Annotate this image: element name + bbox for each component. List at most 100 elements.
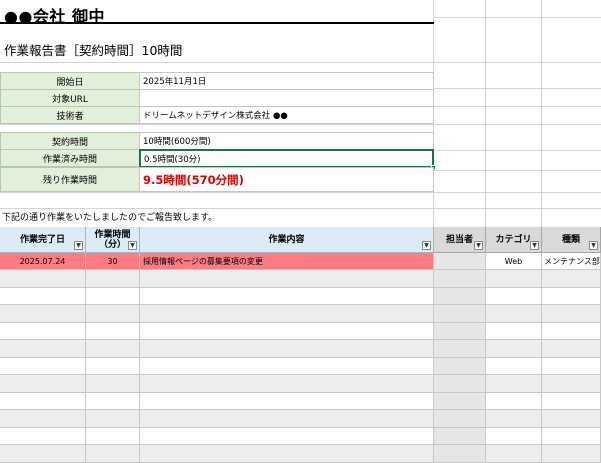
empty-cell[interactable]: [0, 445, 86, 463]
empty-cell[interactable]: [542, 322, 601, 340]
engineer-cell[interactable]: ドリームネットデザイン株式会社 ●●: [139, 106, 434, 124]
empty-cell[interactable]: [434, 445, 486, 463]
empty-cell[interactable]: [542, 305, 601, 323]
empty-cell[interactable]: [486, 287, 542, 305]
empty-cell[interactable]: [86, 410, 140, 428]
empty-cell[interactable]: [434, 357, 486, 375]
done-hours-label: 作業済み時間: [0, 149, 140, 167]
done-hours-cell-selected[interactable]: 0.5時間(30分): [139, 149, 434, 168]
empty-cell[interactable]: [434, 410, 486, 428]
empty-cell[interactable]: [86, 287, 140, 305]
row1-content[interactable]: 採用情報ページの募集要項の変更: [140, 253, 434, 270]
title-underline: [0, 22, 434, 24]
empty-cell[interactable]: [542, 410, 601, 428]
header-work-minutes-line2: （分）: [98, 239, 126, 250]
empty-cell[interactable]: [0, 340, 86, 358]
engineer-label: 技術者: [0, 106, 140, 124]
contract-hours-cell[interactable]: 10時間(600分間): [139, 132, 434, 150]
row1-minutes[interactable]: 30: [86, 253, 140, 270]
empty-cell[interactable]: [542, 357, 601, 375]
empty-cell[interactable]: [86, 392, 140, 410]
target-url-cell[interactable]: [139, 89, 434, 107]
contract-hours-label: 契約時間: [0, 132, 140, 150]
filter-dropdown-icon[interactable]: ▼: [74, 241, 83, 250]
empty-cell[interactable]: [140, 305, 434, 323]
header-category[interactable]: カテゴリ ▼: [486, 227, 542, 253]
row1-date[interactable]: 2025.07.24: [0, 253, 86, 270]
empty-cell[interactable]: [486, 322, 542, 340]
row1-category[interactable]: Web: [486, 253, 542, 270]
empty-cell[interactable]: [486, 410, 542, 428]
header-work-content[interactable]: 作業内容 ▼: [140, 227, 434, 253]
empty-cell[interactable]: [86, 375, 140, 393]
row1-kind[interactable]: メンテナンス部: [542, 253, 601, 270]
empty-cell[interactable]: [434, 287, 486, 305]
empty-cell[interactable]: [86, 427, 140, 445]
header-completion-date[interactable]: 作業完了日 ▼: [0, 227, 86, 253]
empty-cell[interactable]: [140, 392, 434, 410]
header-category-label: カテゴリ: [495, 234, 532, 245]
empty-cell[interactable]: [0, 375, 86, 393]
remaining-hours-cell[interactable]: 9.5時間(570分間): [139, 167, 434, 192]
empty-cell[interactable]: [486, 445, 542, 463]
empty-cell[interactable]: [0, 357, 86, 375]
target-url-label: 対象URL: [0, 89, 140, 107]
empty-cell[interactable]: [0, 270, 86, 288]
empty-cell[interactable]: [486, 270, 542, 288]
empty-cell[interactable]: [86, 322, 140, 340]
empty-cell[interactable]: [434, 270, 486, 288]
empty-cell[interactable]: [542, 287, 601, 305]
empty-cell[interactable]: [0, 322, 86, 340]
empty-cell[interactable]: [434, 392, 486, 410]
empty-cell[interactable]: [542, 375, 601, 393]
empty-cell[interactable]: [140, 322, 434, 340]
empty-cell[interactable]: [140, 340, 434, 358]
header-work-minutes[interactable]: 作業時間 （分） ▼: [86, 227, 140, 253]
empty-cell[interactable]: [0, 392, 86, 410]
header-kind[interactable]: 種類 ▼: [542, 227, 601, 253]
empty-cell[interactable]: [486, 427, 542, 445]
empty-cell[interactable]: [0, 305, 86, 323]
start-date-cell[interactable]: 2025年11月1日: [139, 72, 434, 90]
empty-cell[interactable]: [486, 357, 542, 375]
empty-cell[interactable]: [86, 445, 140, 463]
report-subtitle: 作業報告書［契約時間］10時間: [4, 43, 183, 58]
empty-cell[interactable]: [0, 427, 86, 445]
empty-cell[interactable]: [486, 375, 542, 393]
empty-cell[interactable]: [542, 270, 601, 288]
empty-cell[interactable]: [140, 427, 434, 445]
header-person[interactable]: 担当者 ▼: [434, 227, 486, 253]
empty-cell[interactable]: [86, 340, 140, 358]
empty-cell[interactable]: [486, 392, 542, 410]
filter-dropdown-icon[interactable]: ▼: [589, 241, 598, 250]
empty-cell[interactable]: [434, 375, 486, 393]
empty-cell[interactable]: [486, 305, 542, 323]
remaining-hours-label: 残り作業時間: [0, 167, 140, 192]
empty-cell[interactable]: [0, 410, 86, 428]
filter-dropdown-icon[interactable]: ▼: [474, 241, 483, 250]
empty-cell[interactable]: [140, 445, 434, 463]
empty-cell[interactable]: [86, 305, 140, 323]
empty-cell[interactable]: [140, 410, 434, 428]
empty-cell[interactable]: [542, 427, 601, 445]
empty-cell[interactable]: [140, 270, 434, 288]
empty-cell[interactable]: [542, 392, 601, 410]
filter-dropdown-icon[interactable]: ▼: [422, 241, 431, 250]
empty-cell[interactable]: [542, 445, 601, 463]
empty-cell[interactable]: [86, 357, 140, 375]
filter-dropdown-icon[interactable]: ▼: [530, 241, 539, 250]
filter-dropdown-icon[interactable]: ▼: [128, 241, 137, 250]
empty-cell[interactable]: [486, 340, 542, 358]
empty-cell[interactable]: [140, 287, 434, 305]
empty-cell[interactable]: [86, 270, 140, 288]
empty-cell[interactable]: [140, 375, 434, 393]
empty-cell[interactable]: [434, 322, 486, 340]
empty-cell[interactable]: [434, 340, 486, 358]
empty-cell[interactable]: [434, 305, 486, 323]
row1-person[interactable]: [434, 253, 486, 270]
header-work-minutes-line1: 作業時間: [94, 229, 131, 240]
empty-cell[interactable]: [434, 427, 486, 445]
empty-cell[interactable]: [542, 340, 601, 358]
empty-cell[interactable]: [0, 287, 86, 305]
empty-cell[interactable]: [140, 357, 434, 375]
